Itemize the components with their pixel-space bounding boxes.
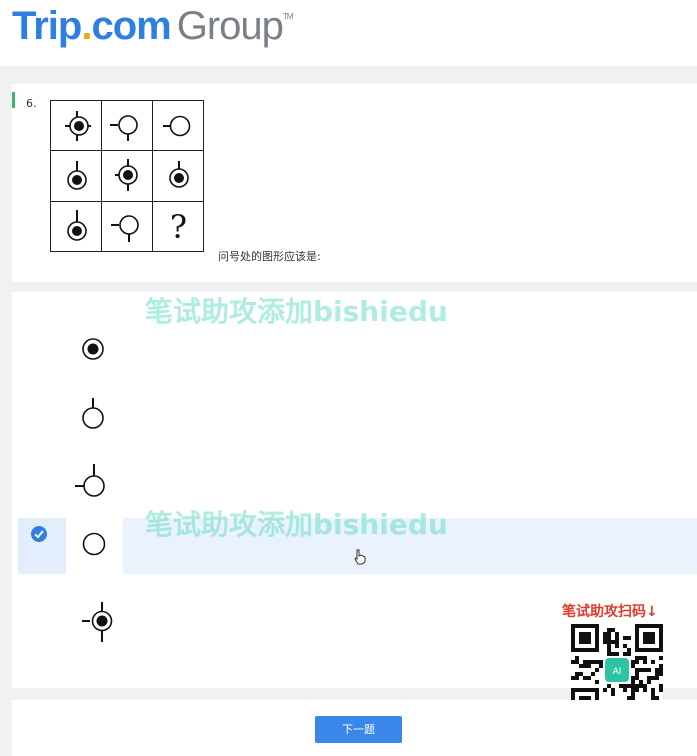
header: Trip.com GroupTM [0,0,697,66]
figure-grid: ? [50,100,204,252]
question-prompt: 问号处的图形应该是: [218,250,321,263]
grid-cell-1-2 [102,101,153,151]
grid-cell-3-1 [51,202,102,252]
circle-stem-top-icon [82,398,104,429]
filled-circle-cross-icon [82,602,113,642]
watermark-text: 笔试助攻添加bishiedu [145,508,448,541]
qr-label: 笔试助攻扫码↓ [562,604,658,620]
question-marker-bar [12,92,15,108]
grid-cell-1-1 [51,101,102,151]
grid-cell-3-2 [102,202,153,252]
qr-center-text: AI [613,667,622,677]
circle-stem-top-left-icon [75,464,105,497]
option-c[interactable] [18,452,697,508]
trip-com-group-logo: Trip.com GroupTM [12,4,293,48]
grid-cell-2-2 [102,151,153,201]
plain-circle-icon [82,532,106,556]
question-number: 6. [26,97,37,110]
grid-cell-2-3 [153,151,204,201]
hand-cursor-icon [352,548,368,570]
grid-cell-2-1 [51,151,102,201]
next-question-button[interactable]: 下一题 [315,716,402,743]
watermark-text: 笔试助攻添加bishiedu [145,295,448,328]
checkmark-icon [31,526,47,542]
question-mark: ? [169,208,188,246]
filled-circle-stem-top-icon [67,210,87,241]
filled-circle-icon [82,338,104,360]
filled-circle-stem-top-icon [169,161,189,188]
filled-circle-stem-top-icon [67,161,87,190]
circle-stem-left-icon [163,115,191,137]
filled-circle-cross-icon [115,159,138,191]
option-b[interactable] [18,386,697,442]
filled-circle-cross-icon [65,111,91,141]
grid-cell-3-3: ? [153,202,204,252]
circle-stem-left-bottom-icon [110,115,138,141]
grid-cell-1-3 [153,101,204,151]
circle-stem-left-bottom-icon [111,215,139,242]
